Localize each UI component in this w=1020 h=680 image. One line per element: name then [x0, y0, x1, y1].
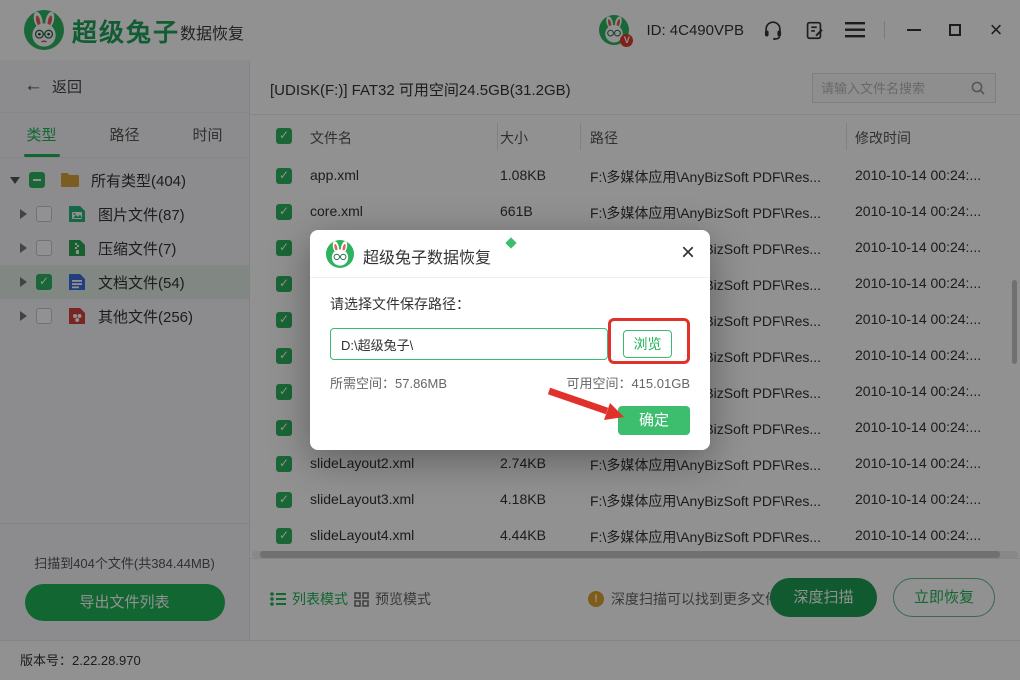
required-space: 所需空间：57.86MB [330, 376, 448, 391]
dialog-title: 超级兔子数据恢复 [363, 250, 492, 267]
app-window: 超级兔子 数据恢复 V ID: 4C490VPB × ← 返回 类型 路径 时间… [0, 0, 1020, 680]
dialog-close-button[interactable]: × [681, 240, 695, 266]
save-path-label: 请选择文件保存路径： [330, 296, 470, 312]
dialog-header: 超级兔子数据恢复 × [310, 230, 710, 278]
confirm-button[interactable]: 确定 [618, 406, 690, 435]
dialog-rabbit-logo-icon [326, 240, 354, 268]
annotation-highlight-rect [608, 318, 690, 364]
space-info-row: 所需空间：57.86MB 可用空间：415.01GB [330, 373, 690, 392]
save-path-input[interactable] [330, 328, 608, 360]
diamond-decoration [505, 237, 517, 249]
available-space: 可用空间：415.01GB [566, 376, 690, 391]
